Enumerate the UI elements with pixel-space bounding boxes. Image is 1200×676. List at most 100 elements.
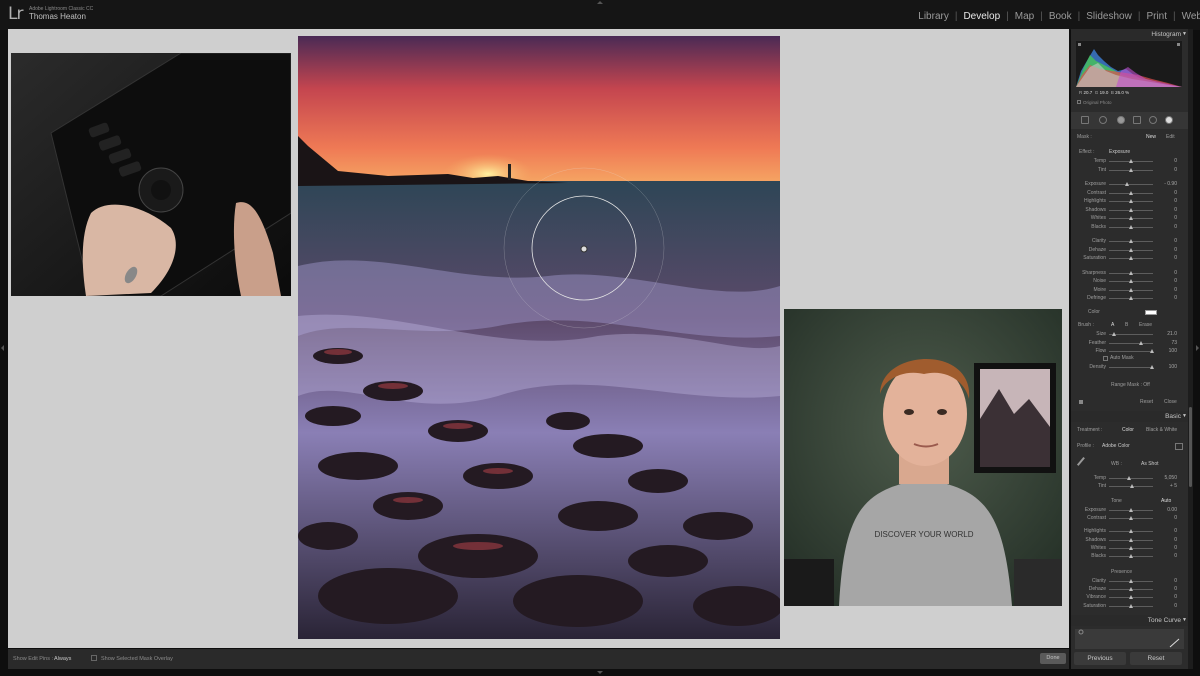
density-slider[interactable]: Density 100 — [1071, 363, 1188, 372]
saturation-slider[interactable]: Saturation 0 — [1071, 602, 1188, 611]
slider-value[interactable]: 0 — [1174, 603, 1177, 609]
defringe-slider[interactable]: Defringe 0 — [1071, 294, 1188, 303]
slider-track[interactable] — [1109, 478, 1153, 479]
slider-value[interactable]: 100 — [1169, 364, 1177, 370]
panel-toggle-icon[interactable] — [1079, 400, 1083, 404]
brush-erase-button[interactable]: Erase — [1139, 322, 1152, 328]
contrast-slider[interactable]: Contrast 0 — [1071, 514, 1188, 523]
mask-close-button[interactable]: Close — [1164, 399, 1177, 405]
slider-value[interactable]: 0 — [1174, 224, 1177, 230]
collapse-top-icon[interactable] — [597, 1, 603, 4]
module-slideshow[interactable]: Slideshow — [1086, 11, 1132, 22]
module-map[interactable]: Map — [1015, 11, 1034, 22]
mask-overlay-checkbox[interactable] — [91, 655, 97, 661]
slider-value[interactable]: + 5 — [1170, 483, 1177, 489]
slider-value[interactable]: 0 — [1174, 278, 1177, 284]
slider-value[interactable]: 0 — [1174, 594, 1177, 600]
blacks-slider[interactable]: Blacks 0 — [1071, 552, 1188, 561]
slider-thumb[interactable] — [1129, 270, 1133, 275]
slider-thumb[interactable] — [1129, 190, 1133, 195]
slider-value[interactable]: 0 — [1174, 215, 1177, 221]
basic-header[interactable]: Basic ▼ — [1071, 411, 1188, 422]
brush-a-button[interactable]: A — [1111, 322, 1114, 328]
slider-value[interactable]: 0 — [1174, 295, 1177, 301]
tone-curve-preview[interactable] — [1075, 629, 1184, 649]
slider-thumb[interactable] — [1129, 529, 1133, 534]
tone-curve-header[interactable]: Tone Curve ▼ — [1071, 615, 1188, 626]
collapse-left-icon[interactable] — [1, 345, 4, 351]
range-mask-select[interactable]: Range Mask : Off — [1111, 382, 1150, 388]
slider-thumb[interactable] — [1129, 216, 1133, 220]
saturation-slider[interactable]: Saturation 0 — [1071, 254, 1188, 263]
slider-thumb[interactable] — [1112, 332, 1117, 336]
slider-track[interactable] — [1109, 184, 1153, 185]
profile-browser-icon[interactable] — [1175, 443, 1183, 450]
slider-thumb[interactable] — [1150, 365, 1155, 369]
histogram[interactable] — [1076, 41, 1182, 87]
blacks-slider[interactable]: Blacks 0 — [1071, 223, 1188, 232]
reset-button[interactable]: Reset — [1130, 652, 1182, 665]
red-eye-icon[interactable] — [1117, 116, 1125, 124]
graduated-filter-icon[interactable] — [1133, 116, 1141, 124]
slider-value[interactable]: 73 — [1171, 340, 1177, 346]
treatment-color-button[interactable]: Color — [1122, 427, 1134, 433]
adjustment-brush-icon[interactable] — [1165, 116, 1173, 124]
slider-value[interactable]: 0 — [1174, 198, 1177, 204]
spot-removal-icon[interactable] — [1099, 116, 1107, 124]
slider-value[interactable]: 0 — [1174, 190, 1177, 196]
module-book[interactable]: Book — [1049, 11, 1072, 22]
slider-value[interactable]: 0 — [1174, 158, 1177, 164]
slider-thumb[interactable] — [1129, 247, 1133, 252]
slider-track[interactable] — [1109, 351, 1153, 352]
seascape-photo[interactable] — [298, 36, 780, 639]
slider-thumb[interactable] — [1129, 159, 1133, 163]
crop-tool-icon[interactable] — [1081, 116, 1089, 124]
done-button[interactable]: Done — [1040, 653, 1066, 664]
slider-track[interactable] — [1109, 367, 1153, 368]
slider-thumb[interactable] — [1129, 207, 1133, 212]
mask-reset-button[interactable]: Reset — [1140, 399, 1153, 405]
edit-pins-select[interactable]: Always — [54, 656, 71, 662]
slider-thumb[interactable] — [1129, 516, 1133, 521]
slider-value[interactable]: 0 — [1174, 528, 1177, 534]
original-photo-toggle[interactable]: Original Photo — [1077, 100, 1112, 105]
slider-thumb[interactable] — [1129, 199, 1133, 203]
slider-thumb[interactable] — [1129, 239, 1133, 243]
tint-slider[interactable]: Tint 0 — [1071, 166, 1188, 175]
eyedropper-icon[interactable] — [1076, 456, 1092, 472]
slider-thumb[interactable] — [1129, 537, 1133, 542]
slider-value[interactable]: 0 — [1174, 247, 1177, 253]
slider-thumb[interactable] — [1126, 476, 1131, 480]
auto-mask-checkbox[interactable] — [1103, 356, 1108, 361]
mask-edit-button[interactable]: Edit — [1166, 134, 1175, 140]
auto-tone-button[interactable]: Auto — [1161, 498, 1171, 504]
slider-thumb[interactable] — [1129, 287, 1133, 292]
mask-new-button[interactable]: New — [1146, 134, 1156, 140]
color-swatch[interactable] — [1145, 310, 1157, 315]
slider-track[interactable] — [1109, 342, 1153, 344]
slider-value[interactable]: 0 — [1174, 167, 1177, 173]
slider-thumb[interactable] — [1129, 587, 1133, 592]
slider-value[interactable]: 21.0 — [1167, 331, 1177, 337]
slider-thumb[interactable] — [1129, 603, 1133, 608]
slider-thumb[interactable] — [1129, 224, 1133, 229]
slider-value[interactable]: 0 — [1174, 545, 1177, 551]
slider-thumb[interactable] — [1150, 349, 1155, 353]
slider-value[interactable]: 0 — [1174, 287, 1177, 293]
slider-thumb[interactable] — [1139, 340, 1144, 345]
histogram-header[interactable]: Histogram ▼ — [1071, 29, 1188, 40]
module-web[interactable]: Web — [1182, 11, 1200, 22]
tint-slider[interactable]: Tint + 5 — [1071, 482, 1188, 491]
slider-value[interactable]: 0 — [1174, 270, 1177, 276]
image-canvas[interactable]: DISCOVER YOUR WORLD — [8, 29, 1069, 648]
wb-select[interactable]: As Shot — [1141, 461, 1159, 467]
slider-thumb[interactable] — [1124, 182, 1129, 186]
slider-value[interactable]: 0 — [1174, 537, 1177, 543]
slider-thumb[interactable] — [1129, 595, 1133, 600]
slider-value[interactable]: 0 — [1174, 238, 1177, 244]
slider-thumb[interactable] — [1129, 279, 1133, 283]
slider-thumb[interactable] — [1129, 167, 1133, 172]
slider-thumb[interactable] — [1129, 256, 1133, 260]
profile-select[interactable]: Adobe Color — [1102, 443, 1130, 449]
treatment-bw-button[interactable]: Black & White — [1146, 427, 1177, 433]
